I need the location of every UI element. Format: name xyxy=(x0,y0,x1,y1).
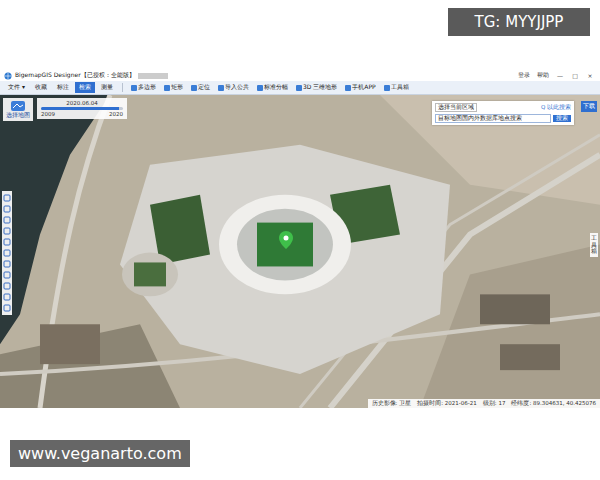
status-bar: 历史影像: 卫星拍摄时间: 2021-06-21 级别: 17 经纬度: 89.30… xyxy=(368,399,600,408)
search-input[interactable]: 目标地图国内外数据库地点搜索 xyxy=(435,114,551,123)
history-timeline[interactable]: 2020.06.04 2009 2020 xyxy=(37,98,127,119)
tool-icon[interactable] xyxy=(3,271,11,279)
map-selector[interactable]: 选择地图 xyxy=(3,98,33,121)
map-layers-icon xyxy=(10,100,26,112)
toolbar-button[interactable]: 矩形 xyxy=(161,83,186,92)
tool-icon xyxy=(131,85,137,91)
drawing-tools xyxy=(2,191,12,315)
toolbar: 文件 ▾收藏标注检索测量 多边形矩形定位导入公共标准分幅3D 三维地形手机APP工… xyxy=(0,81,600,95)
tool-icon[interactable] xyxy=(3,238,11,246)
tool-icon[interactable] xyxy=(3,205,11,213)
timeline-end: 2020 xyxy=(109,111,123,117)
tool-icon xyxy=(164,85,170,91)
window-control[interactable]: — xyxy=(554,72,566,79)
toolbar-button[interactable]: 多边形 xyxy=(128,83,159,92)
account-link[interactable]: 登录 xyxy=(516,71,532,80)
toolbar-button[interactable]: 导入公共 xyxy=(215,83,252,92)
tool-icon[interactable] xyxy=(3,282,11,290)
title-bar: BigemapGIS Designer【已授权：全能版】 登录帮助—□× xyxy=(0,70,600,81)
toolbar-button[interactable]: 工具箱 xyxy=(381,83,412,92)
toolbar-button[interactable]: 定位 xyxy=(188,83,213,92)
menu-tab[interactable]: 收藏 xyxy=(31,82,51,93)
search-panel: 选择当前区域 Q 以此搜索目标地图国内外数据库地点搜索搜索 xyxy=(432,101,574,125)
app-window: BigemapGIS Designer【已授权：全能版】 登录帮助—□× 文件 ▾收… xyxy=(0,70,600,408)
timeline-date: 2020.06.04 xyxy=(66,100,98,106)
map-selector-panel: 选择地图 2020.06.04 2009 2020 xyxy=(3,98,127,121)
window-control[interactable]: □ xyxy=(569,72,581,79)
watermark-url: www.veganarto.com xyxy=(10,440,190,467)
status-item: 经纬度: 89.304631, 40.425076 xyxy=(511,400,596,407)
download-button[interactable]: 下载 xyxy=(581,101,597,112)
toolbar-button[interactable]: 标准分幅 xyxy=(254,83,291,92)
location-pin-icon[interactable] xyxy=(279,231,293,249)
search-button[interactable]: 搜索 xyxy=(553,115,571,122)
tool-icon xyxy=(345,85,351,91)
tool-icon[interactable] xyxy=(3,304,11,312)
tool-icon[interactable] xyxy=(3,216,11,224)
status-item: 拍摄时间: 2021-06-21 xyxy=(417,400,477,407)
globe-icon xyxy=(4,72,12,80)
timeline-start: 2009 xyxy=(41,111,55,117)
tool-icon xyxy=(384,85,390,91)
menu-tab[interactable]: 测量 xyxy=(97,82,117,93)
tool-icon xyxy=(218,85,224,91)
status-item: 历史影像: 卫星 xyxy=(372,400,412,407)
account-link[interactable]: 帮助 xyxy=(535,71,551,80)
tool-icon[interactable] xyxy=(3,194,11,202)
timeline-track[interactable] xyxy=(41,107,123,110)
status-item: 级别: 17 xyxy=(483,400,506,407)
tool-icon[interactable] xyxy=(3,227,11,235)
tool-icon xyxy=(296,85,302,91)
satellite-imagery xyxy=(0,95,600,408)
menu-tab[interactable]: 文件 ▾ xyxy=(4,82,29,93)
map-view[interactable]: 选择地图 2020.06.04 2009 2020 选择当前区域 Q 以此搜索目标地图国内… xyxy=(0,95,600,408)
window-control[interactable]: × xyxy=(584,72,596,79)
tool-icon[interactable] xyxy=(3,260,11,268)
search-here-button[interactable]: Q 以此搜索 xyxy=(541,104,571,111)
watermark-badge: TG: MYYJJPP xyxy=(448,8,590,36)
toolbar-button[interactable]: 3D 三维地形 xyxy=(293,83,340,92)
side-panel-tab[interactable]: 工具箱 xyxy=(590,233,598,257)
tool-icon xyxy=(191,85,197,91)
search-scope[interactable]: 选择当前区域 xyxy=(435,103,477,112)
redacted-block xyxy=(138,73,168,79)
page: TG: MYYJJPP BigemapGIS Designer【已授权：全能版】 登… xyxy=(0,0,600,480)
tool-icon xyxy=(257,85,263,91)
window-title: BigemapGIS Designer【已授权：全能版】 xyxy=(15,71,135,80)
tool-icon[interactable] xyxy=(3,249,11,257)
toolbar-button[interactable]: 手机APP xyxy=(342,83,378,92)
menu-tab[interactable]: 检索 xyxy=(75,82,95,93)
tool-icon[interactable] xyxy=(3,293,11,301)
menu-tab[interactable]: 标注 xyxy=(53,82,73,93)
